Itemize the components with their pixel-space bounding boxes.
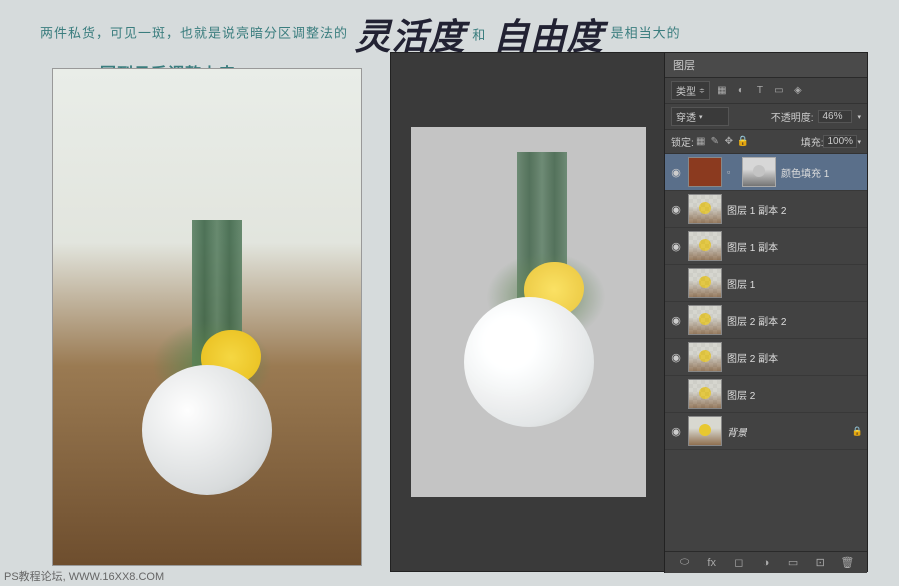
visibility-eye-icon[interactable]: ◉	[669, 425, 683, 437]
opacity-input[interactable]: 46%	[818, 110, 852, 123]
filter-text-icon[interactable]: T	[753, 84, 767, 98]
lock-position-icon[interactable]: ✥	[722, 135, 736, 149]
visibility-eye-icon[interactable]	[669, 277, 683, 289]
adjustment-icon[interactable]: ◑	[758, 555, 774, 571]
link-layers-icon[interactable]: ⬭	[677, 555, 693, 571]
visibility-eye-icon[interactable]: ◉	[669, 203, 683, 215]
footer-watermark: PS教程论坛, WWW.16XX8.COM	[4, 568, 164, 584]
link-icon: ▫	[727, 167, 737, 177]
fill-input[interactable]: 100%	[823, 135, 857, 148]
layer-name[interactable]: 颜色填充 1	[781, 165, 829, 180]
lock-all-icon[interactable]: 🔒	[736, 135, 750, 149]
fill-chevron-icon[interactable]: ▾	[857, 138, 861, 146]
canvas-image	[411, 127, 646, 497]
layer-name[interactable]: 图层 2 副本	[727, 350, 778, 365]
layer-thumbnail[interactable]	[688, 416, 722, 446]
layer-name[interactable]: 图层 1 副本 2	[727, 202, 786, 217]
layer-row[interactable]: ◉ 图层 2 副本	[665, 339, 867, 376]
layer-thumbnail[interactable]	[688, 379, 722, 409]
layer-thumbnail[interactable]	[688, 268, 722, 298]
header-text-b: 是相当大的	[611, 25, 681, 40]
lock-label: 锁定:	[671, 134, 694, 149]
lock-transparent-icon[interactable]: ▦	[694, 135, 708, 149]
filter-kind-dropdown[interactable]: 类型≑	[671, 81, 710, 100]
trash-icon[interactable]: 🗑	[839, 555, 855, 571]
layer-row[interactable]: ◉ 背景 🔒	[665, 413, 867, 450]
layers-panel: 图层 类型≑ ▦ ◐ T ▭ ◈ 穿透▾ 不透明度: 46% ▾ 锁定: ▦ ✎…	[664, 53, 867, 573]
visibility-eye-icon[interactable]	[669, 388, 683, 400]
layer-thumbnail[interactable]	[688, 231, 722, 261]
layers-tab[interactable]: 图层	[665, 53, 867, 78]
layer-thumbnail[interactable]	[688, 305, 722, 335]
layer-name[interactable]: 图层 1 副本	[727, 239, 778, 254]
opacity-label: 不透明度:	[771, 109, 814, 124]
group-icon[interactable]: ▭	[785, 555, 801, 571]
layer-name[interactable]: 背景	[727, 424, 747, 439]
layer-thumbnail[interactable]	[688, 342, 722, 372]
header-connector: 和	[472, 28, 486, 43]
layer-name[interactable]: 图层 2 副本 2	[727, 313, 786, 328]
layer-row[interactable]: ◉ 图层 1 副本 2	[665, 191, 867, 228]
visibility-eye-icon[interactable]: ◉	[669, 166, 683, 178]
filter-smart-icon[interactable]: ◈	[791, 84, 805, 98]
layer-row[interactable]: ◉ ▫ 颜色填充 1	[665, 154, 867, 191]
layer-row[interactable]: 图层 1	[665, 265, 867, 302]
new-layer-icon[interactable]: ⊡	[812, 555, 828, 571]
canvas-area[interactable]	[391, 53, 666, 571]
filter-pixel-icon[interactable]: ▦	[715, 84, 729, 98]
layers-list: ◉ ▫ 颜色填充 1 ◉ 图层 1 副本 2 ◉ 图层 1 副本 图层 1	[665, 154, 867, 584]
visibility-eye-icon[interactable]: ◉	[669, 240, 683, 252]
layer-name[interactable]: 图层 2	[727, 387, 755, 402]
layer-thumbnail[interactable]	[688, 157, 722, 187]
fx-icon[interactable]: fx	[704, 555, 720, 571]
mask-icon[interactable]: ◻	[731, 555, 747, 571]
layer-row[interactable]: ◉ 图层 2 副本 2	[665, 302, 867, 339]
lock-icon: 🔒	[852, 426, 863, 437]
visibility-eye-icon[interactable]: ◉	[669, 314, 683, 326]
opacity-chevron-icon[interactable]: ▾	[857, 113, 861, 121]
header-text-a: 两件私货，可见一斑，也就是说亮暗分区调整法的	[40, 25, 348, 40]
layer-mask-thumbnail[interactable]	[742, 157, 776, 187]
layer-name[interactable]: 图层 1	[727, 276, 755, 291]
filter-shape-icon[interactable]: ▭	[772, 84, 786, 98]
layer-thumbnail[interactable]	[688, 194, 722, 224]
layer-row[interactable]: ◉ 图层 1 副本	[665, 228, 867, 265]
visibility-eye-icon[interactable]: ◉	[669, 351, 683, 363]
filter-adjust-icon[interactable]: ◐	[734, 84, 748, 98]
lock-pixels-icon[interactable]: ✎	[708, 135, 722, 149]
layer-row[interactable]: 图层 2	[665, 376, 867, 413]
reference-photo	[52, 68, 362, 566]
blend-mode-dropdown[interactable]: 穿透▾	[671, 107, 729, 126]
panel-bottom-toolbar: ⬭ fx ◻ ◑ ▭ ⊡ 🗑	[665, 551, 867, 573]
fill-label: 填充:	[801, 134, 824, 149]
photoshop-window: 图层 类型≑ ▦ ◐ T ▭ ◈ 穿透▾ 不透明度: 46% ▾ 锁定: ▦ ✎…	[390, 52, 868, 572]
